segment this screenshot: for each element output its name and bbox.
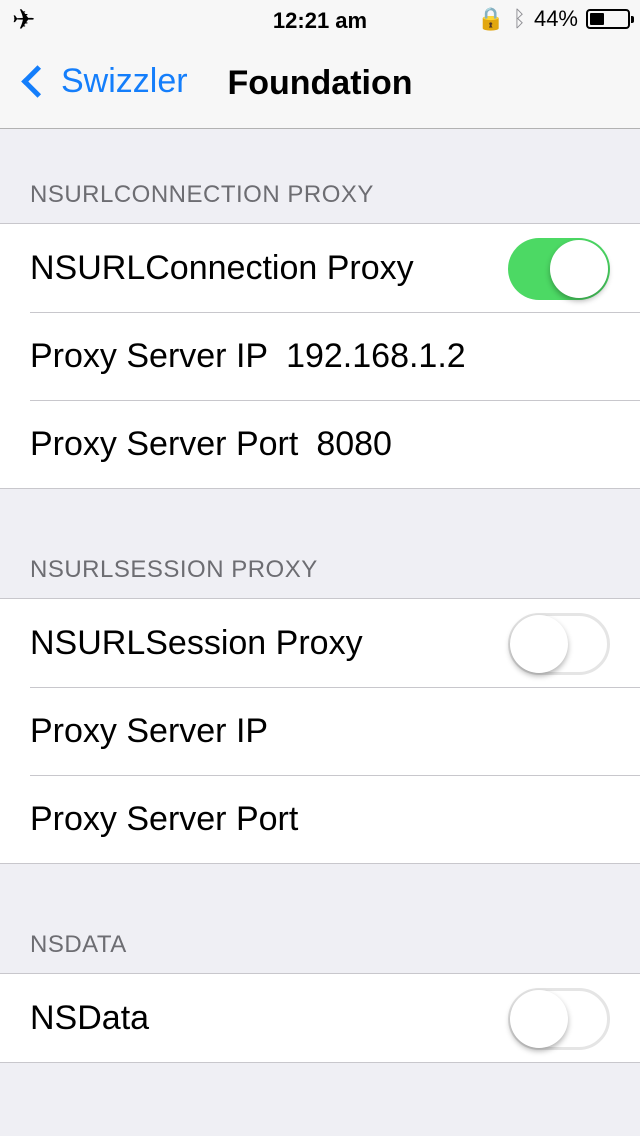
row-nsdata: NSData bbox=[0, 974, 640, 1062]
bluetooth-icon: ᛒ bbox=[512, 6, 526, 31]
battery-percent: 44% bbox=[533, 6, 578, 31]
toggle-knob bbox=[550, 240, 608, 298]
battery-icon bbox=[586, 9, 634, 29]
battery-level-fill bbox=[590, 13, 604, 25]
row-proxy-server-port[interactable]: Proxy Server Port 8080 bbox=[0, 400, 640, 488]
row-label: NSURLConnection Proxy bbox=[30, 248, 414, 287]
proxy-server-port-value: 8080 bbox=[316, 424, 392, 463]
group-nsurlsession: NSURLSession Proxy Proxy Server IP Proxy… bbox=[0, 598, 640, 864]
section-header-nsdata: NSDATA bbox=[30, 931, 127, 958]
row-nsurlconnection-proxy: NSURLConnection Proxy bbox=[0, 224, 640, 312]
row-session-proxy-server-port[interactable]: Proxy Server Port bbox=[0, 775, 640, 863]
group-nsdata: NSData bbox=[0, 973, 640, 1063]
row-proxy-server-ip[interactable]: Proxy Server IP 192.168.1.2 bbox=[0, 312, 640, 400]
toggle-knob bbox=[510, 990, 568, 1048]
row-session-proxy-server-ip[interactable]: Proxy Server IP bbox=[0, 687, 640, 775]
nsurlsession-proxy-toggle[interactable] bbox=[508, 613, 610, 675]
section-header-nsurlconnection: NSURLCONNECTION PROXY bbox=[30, 181, 374, 208]
row-label: NSData bbox=[30, 998, 150, 1037]
status-right: 🔒 ᛒ 44% bbox=[477, 6, 634, 32]
row-label: Proxy Server IP bbox=[30, 711, 269, 750]
toggle-knob bbox=[510, 615, 568, 673]
row-label: NSURLSession Proxy bbox=[30, 623, 363, 662]
row-label: Proxy Server IP bbox=[30, 336, 269, 375]
battery-tip bbox=[631, 16, 634, 23]
row-nsurlsession-proxy: NSURLSession Proxy bbox=[0, 599, 640, 687]
page-title: Foundation bbox=[227, 64, 413, 102]
row-label: Proxy Server Port bbox=[30, 799, 299, 838]
navigation-bar: Swizzler Foundation bbox=[0, 40, 640, 129]
proxy-server-ip-value: 192.168.1.2 bbox=[286, 336, 466, 375]
status-bar: ✈ 12:21 am 🔒 ᛒ 44% bbox=[0, 0, 640, 40]
orientation-lock-icon: 🔒 bbox=[477, 6, 505, 31]
nsurlconnection-proxy-toggle[interactable] bbox=[508, 238, 610, 300]
nsdata-toggle[interactable] bbox=[508, 988, 610, 1050]
section-header-nsurlsession: NSURLSESSION PROXY bbox=[30, 556, 318, 583]
group-nsurlconnection: NSURLConnection Proxy Proxy Server IP 19… bbox=[0, 223, 640, 489]
row-label: Proxy Server Port bbox=[30, 424, 299, 463]
